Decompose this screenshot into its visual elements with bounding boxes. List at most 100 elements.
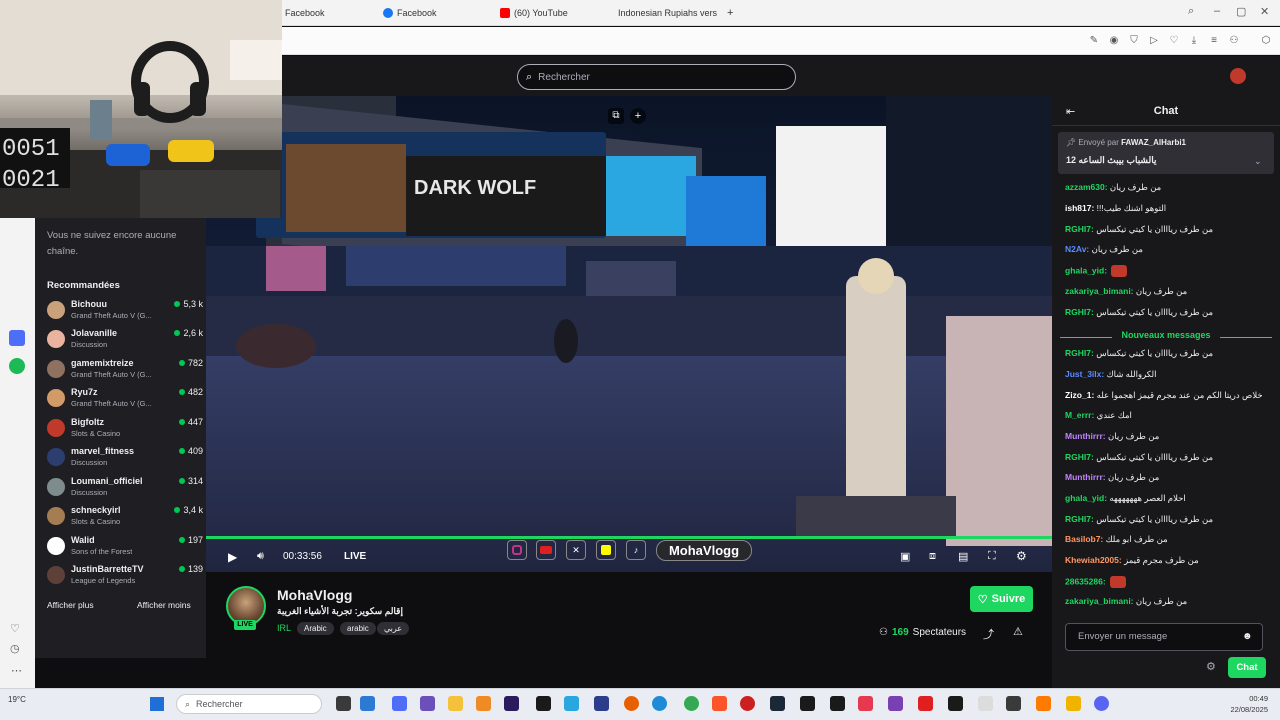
recommended-channel[interactable]: Jolavanille Discussion 2,6 k (47, 328, 203, 352)
search-input[interactable]: ⌕ Rechercher (517, 64, 796, 90)
heart-icon[interactable]: ♡ (1168, 35, 1180, 47)
app-icon[interactable] (594, 696, 609, 711)
taskbar-search[interactable]: ⌕ Rechercher (176, 694, 322, 714)
download-icon[interactable]: ⤓ (1188, 35, 1200, 47)
heart-icon[interactable]: ♡ (10, 622, 20, 635)
profile-icon[interactable]: ⚇ (1228, 35, 1240, 47)
recommended-channel[interactable]: schneckyirl Slots & Casino 3,4 k (47, 505, 203, 529)
chat-username[interactable]: azzam630: (1065, 182, 1108, 192)
chevron-down-icon[interactable]: ⌄ (1254, 156, 1262, 167)
task-view-icon[interactable] (336, 696, 351, 711)
steam-icon[interactable] (770, 696, 785, 711)
live-progress-bar[interactable] (206, 536, 1052, 539)
system-clock[interactable]: 00:49 22/08/2025 (1222, 693, 1268, 715)
emote-picker-icon[interactable]: ☻ (1242, 631, 1253, 642)
discord-icon[interactable] (1094, 696, 1109, 711)
browser-tab[interactable]: Facebook (285, 4, 375, 22)
search-tabs-icon[interactable]: ⌕ (1188, 5, 1194, 18)
chat-username[interactable]: N2Av: (1065, 244, 1089, 254)
vivaldi-icon[interactable] (918, 696, 933, 711)
edge-icon[interactable] (652, 696, 667, 711)
chat-username[interactable]: RGHI7: (1065, 224, 1094, 234)
chat-username[interactable]: RGHI7: (1065, 307, 1094, 317)
recommended-channel[interactable]: Bigfoltz Slots & Casino 447 (47, 417, 203, 441)
stream-tag[interactable]: عربي (377, 622, 410, 635)
chat-username[interactable]: ghala_yid: (1065, 493, 1107, 503)
chat-username[interactable]: zakariya_bimani: (1065, 596, 1134, 606)
fullscreen-icon[interactable]: ⛶ (988, 550, 996, 563)
close-icon[interactable]: ✕ (1260, 5, 1269, 18)
chat-username[interactable]: M_errr: (1065, 410, 1094, 420)
share-icon[interactable]: ⤴ (983, 626, 994, 642)
recommended-channel[interactable]: marvel_fitness Discussion 409 (47, 446, 203, 470)
recommended-channel[interactable]: gamemixtreize Grand Theft Auto V (G... 7… (47, 358, 203, 382)
app-icon[interactable] (1036, 696, 1051, 711)
chat-settings-gear-icon[interactable]: ⚙ (1206, 660, 1216, 673)
tiktok-icon[interactable] (830, 696, 845, 711)
more-icon[interactable]: ⋯ (11, 664, 22, 677)
stream-tag[interactable]: Arabic (297, 622, 334, 635)
chat-username[interactable]: RGHI7: (1065, 452, 1094, 462)
app-store-icon[interactable] (9, 330, 25, 346)
play-icon[interactable]: ▷ (1148, 35, 1160, 47)
store-icon[interactable] (360, 696, 375, 711)
minimize-icon[interactable]: – (1214, 5, 1220, 17)
stream-category[interactable]: IRL (277, 623, 291, 633)
app-icon[interactable] (978, 696, 993, 711)
chat-username[interactable]: RGHI7: (1065, 514, 1094, 524)
app-icon[interactable] (800, 696, 815, 711)
terminal-icon[interactable] (948, 696, 963, 711)
spotify-icon[interactable] (9, 358, 25, 374)
browser-tab[interactable]: (60) YouTube (500, 4, 604, 22)
recommended-channel[interactable]: Bichouu Grand Theft Auto V (G... 5,3 k (47, 299, 203, 323)
history-icon[interactable]: ◷ (10, 642, 20, 655)
app-icon[interactable] (476, 696, 491, 711)
chat-username[interactable]: zakariya_bimani: (1065, 286, 1134, 296)
new-tab-button[interactable]: + (727, 4, 739, 22)
chrome-icon[interactable] (684, 696, 699, 711)
show-more-link[interactable]: Afficher plus (47, 600, 94, 610)
maximize-icon[interactable]: ▢ (1236, 5, 1246, 18)
browser-tab[interactable]: Indonesian Rupiahs vers l (614, 4, 718, 22)
app-icon[interactable] (564, 696, 579, 711)
mini-player-icon[interactable]: ▤ (958, 550, 968, 563)
chat-username[interactable]: 28635286: (1065, 576, 1106, 586)
channel-name[interactable]: MohaVlogg (277, 587, 352, 603)
volume-icon[interactable]: 🔊︎ (257, 550, 264, 563)
chat-input[interactable]: Envoyer un message (1065, 623, 1263, 651)
chat-username[interactable]: Munthirrr: (1065, 431, 1106, 441)
user-avatar[interactable] (1230, 68, 1246, 84)
report-icon[interactable]: ⚠ (1013, 625, 1023, 638)
edit-icon[interactable]: ✎ (1088, 35, 1100, 47)
stream-tag[interactable]: arabic (340, 622, 376, 635)
recommended-channel[interactable]: Loumani_officiel Discussion 314 (47, 476, 203, 500)
menu-icon[interactable]: ≡ (1208, 35, 1220, 47)
windows-start-icon[interactable] (150, 697, 164, 711)
chat-username[interactable]: Zizo_1: (1065, 390, 1094, 400)
app-icon[interactable] (858, 696, 873, 711)
premiere-icon[interactable] (504, 696, 519, 711)
browser-tab[interactable]: Facebook (383, 4, 493, 22)
brave-icon[interactable] (712, 696, 727, 711)
app-icon[interactable] (420, 696, 435, 711)
opera-icon[interactable] (740, 696, 755, 711)
app-icon[interactable] (1006, 696, 1021, 711)
weather-widget[interactable]: 19°C (8, 695, 26, 704)
chat-username[interactable]: Basilob7: (1065, 534, 1103, 544)
chat-username[interactable]: ish817: (1065, 203, 1094, 213)
chat-username[interactable]: RGHI7: (1065, 348, 1094, 358)
file-explorer-icon[interactable] (448, 696, 463, 711)
app-icon[interactable] (536, 696, 551, 711)
chat-username[interactable]: Munthirrr: (1065, 472, 1106, 482)
firefox-icon[interactable] (624, 696, 639, 711)
video-player[interactable]: DARK WOLF ⧉ + ▶ 🔊︎ 00:33:56 LIVE ✕ ♪ Moh… (206, 96, 1052, 572)
chat-username[interactable]: Khewiah2005: (1065, 555, 1122, 565)
recommended-channel[interactable]: Walid Sons of the Forest 197 (47, 535, 203, 559)
clips-icon[interactable]: ⧈ (929, 550, 936, 563)
chat-username[interactable]: ghala_yid: (1065, 265, 1107, 275)
chat-username[interactable]: Just_3ilx: (1065, 369, 1104, 379)
app-icon[interactable] (888, 696, 903, 711)
show-less-link[interactable]: Afficher moins (137, 600, 191, 610)
play-button[interactable]: ▶ (228, 550, 237, 564)
shield-icon[interactable]: ⛉ (1128, 35, 1140, 47)
